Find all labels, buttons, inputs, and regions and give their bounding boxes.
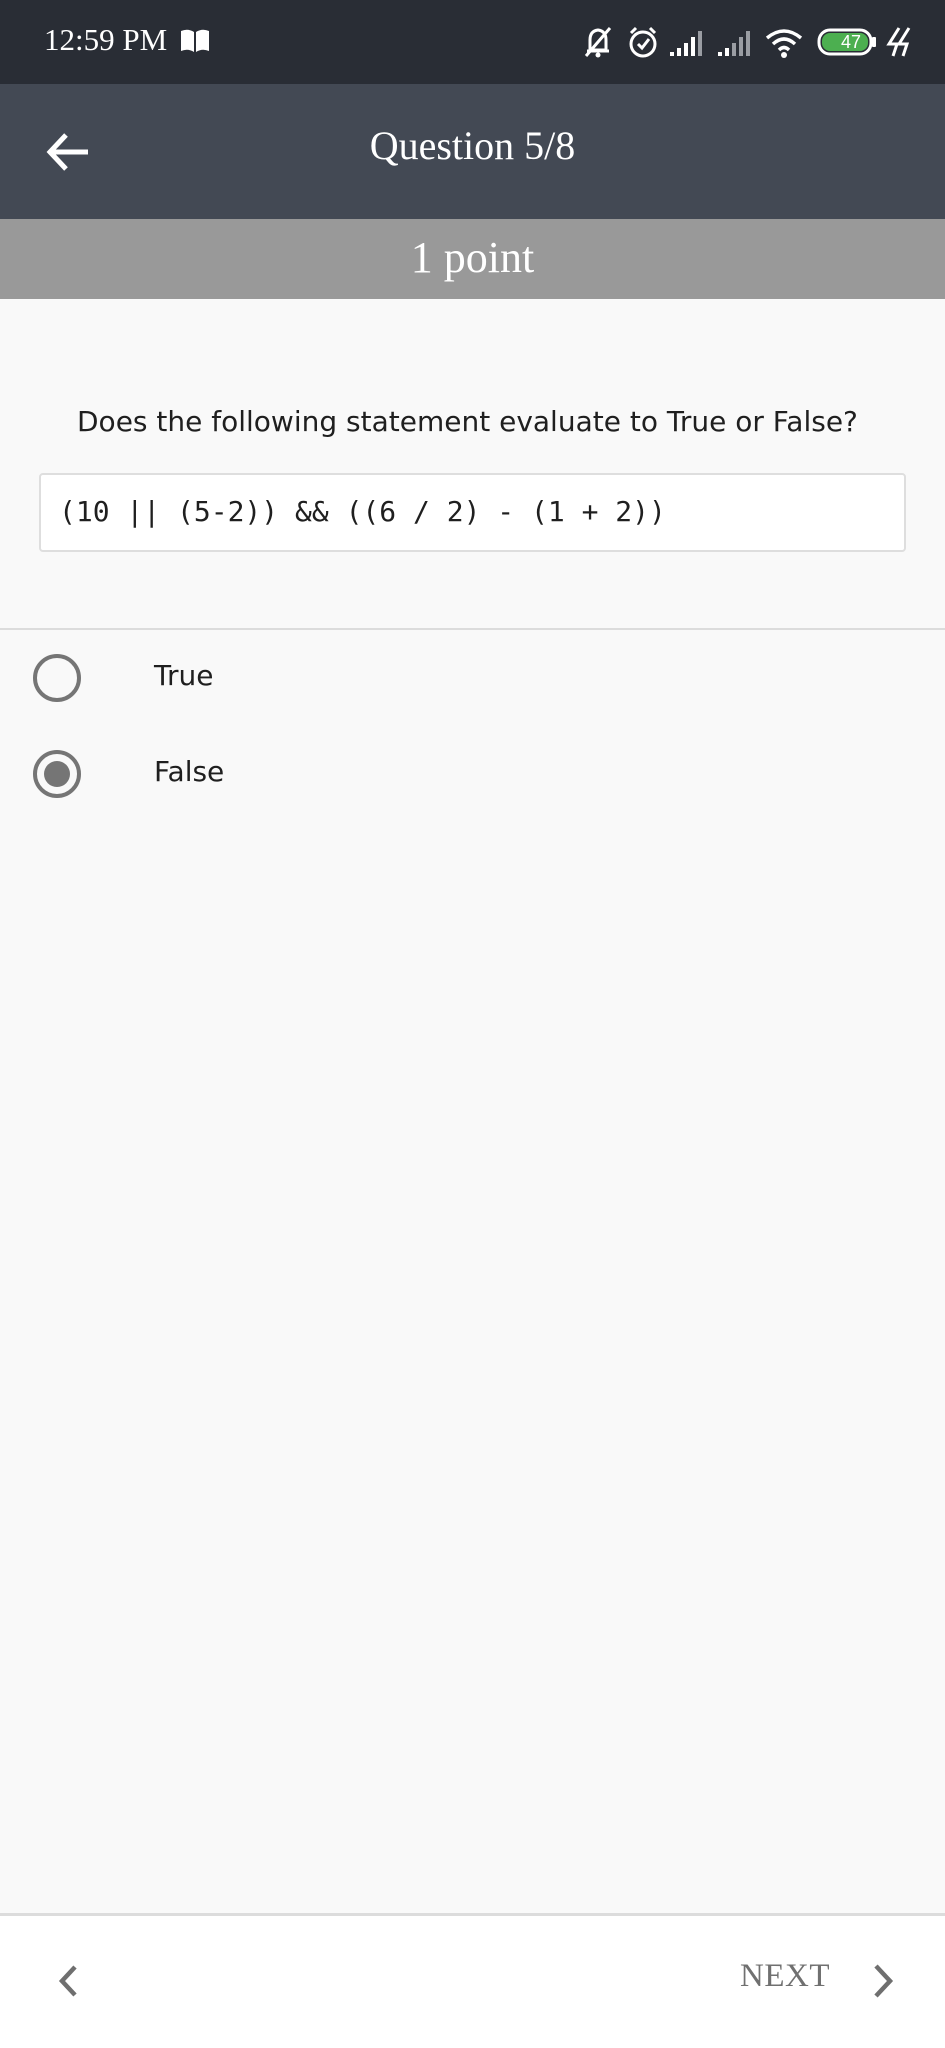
option-true[interactable]: True: [0, 637, 945, 717]
chevron-right-icon: [874, 1964, 894, 1998]
book-icon: [181, 29, 209, 52]
radio-button-selected[interactable]: [33, 750, 81, 798]
wifi-icon: [765, 29, 803, 58]
previous-button[interactable]: [36, 1946, 100, 2016]
points-banner: 1 point: [0, 219, 945, 299]
bottom-navigation: NEXT: [0, 1913, 945, 2048]
charging-icon: [886, 27, 911, 57]
question-prompt: Does the following statement evaluate to…: [77, 405, 858, 438]
signal-weak-icon: [718, 31, 750, 56]
code-block: (10 || (5-2)) && ((6 / 2) - (1 + 2)): [39, 473, 906, 552]
option-label: True: [154, 659, 214, 692]
page-title: Question 5/8: [369, 123, 576, 168]
next-label: NEXT: [740, 1958, 830, 1994]
radio-button[interactable]: [33, 654, 81, 702]
points-label: 1 point: [410, 233, 535, 282]
option-false[interactable]: False: [0, 733, 945, 813]
status-bar: 12:59 PM 47: [0, 0, 945, 84]
app-bar: Question 5/8: [0, 84, 945, 219]
bell-off-icon: [584, 27, 612, 58]
chevron-left-icon: [58, 1965, 77, 1997]
divider: [0, 628, 945, 630]
alarm-icon: [629, 26, 657, 58]
option-label: False: [154, 755, 225, 788]
next-button[interactable]: NEXT: [730, 1944, 920, 2018]
battery-level: 47: [840, 32, 862, 52]
code-expression: (10 || (5-2)) && ((6 / 2) - (1 + 2)): [59, 495, 666, 528]
signal-icon: [670, 31, 702, 56]
status-time: 12:59 PM: [44, 22, 168, 57]
